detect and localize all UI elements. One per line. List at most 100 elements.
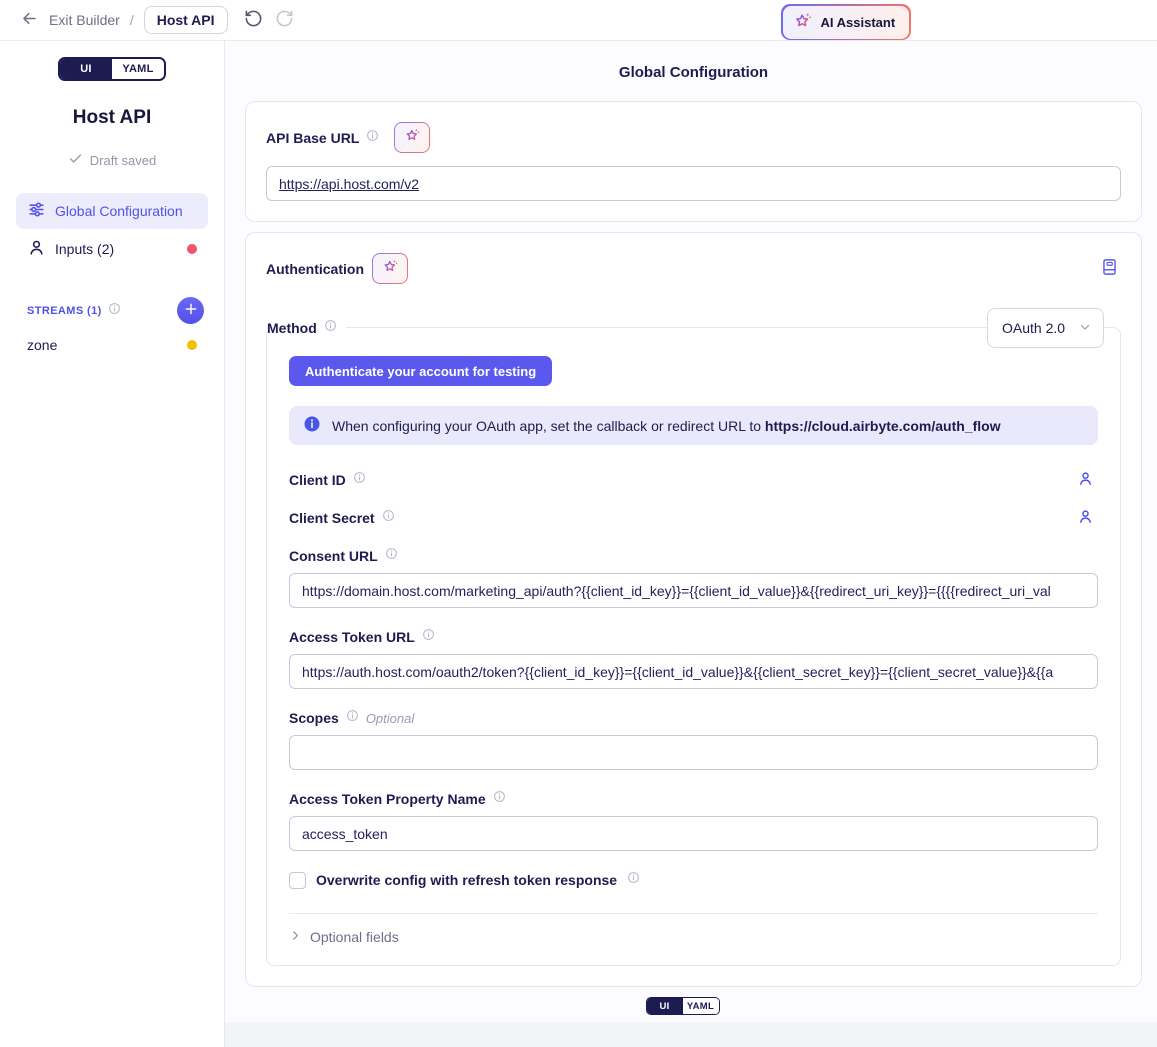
method-select-value: OAuth 2.0 xyxy=(1002,320,1065,336)
toggle-ui[interactable]: UI xyxy=(60,59,112,79)
arrow-left-icon xyxy=(20,9,39,31)
docs-button[interactable] xyxy=(1098,255,1121,282)
redo-button[interactable] xyxy=(271,5,298,35)
info-icon xyxy=(346,709,359,727)
authentication-label: Authentication xyxy=(266,261,364,277)
api-base-url-label-row: API Base URL xyxy=(266,122,1121,153)
sidebar-nav: Global Configuration Inputs (2) xyxy=(16,193,208,267)
optional-tag: Optional xyxy=(366,711,414,726)
user-icon xyxy=(1077,508,1094,528)
info-icon xyxy=(324,319,337,337)
sidebar-item-inputs[interactable]: Inputs (2) xyxy=(16,231,208,267)
sidebar-item-label: Inputs (2) xyxy=(55,241,178,257)
undo-button[interactable] xyxy=(240,5,267,35)
api-base-url-label: API Base URL xyxy=(266,130,359,146)
client-id-row: Client ID xyxy=(289,469,1098,491)
client-secret-label: Client Secret xyxy=(289,510,375,526)
card-view-toggle-row: UI YAML xyxy=(245,997,1120,1015)
scopes-field: Scopes Optional xyxy=(289,709,1098,770)
token-property-label-row: Access Token Property Name xyxy=(289,790,1098,808)
book-icon xyxy=(1100,257,1119,280)
ai-improve-button-inner xyxy=(395,123,429,152)
ai-sparkle-icon xyxy=(404,127,421,149)
info-icon xyxy=(353,471,366,489)
sidebar: UI YAML Host API Draft saved xyxy=(0,41,225,1047)
ui-yaml-toggle[interactable]: UI YAML xyxy=(58,57,166,81)
info-icon xyxy=(422,628,435,646)
method-select[interactable]: OAuth 2.0 xyxy=(987,308,1104,348)
info-icon xyxy=(108,302,121,320)
access-token-url-label: Access Token URL xyxy=(289,629,415,645)
back-button[interactable] xyxy=(16,5,43,35)
toggle-ui[interactable]: UI xyxy=(647,998,683,1014)
sidebar-item-global-configuration[interactable]: Global Configuration xyxy=(16,193,208,229)
toggle-yaml[interactable]: YAML xyxy=(112,59,164,79)
token-property-label: Access Token Property Name xyxy=(289,791,486,807)
banner-prefix: When configuring your OAuth app, set the… xyxy=(332,418,765,434)
authentication-card: Authentication xyxy=(245,232,1142,987)
api-base-url-card: API Base URL xyxy=(245,101,1142,222)
consent-url-input[interactable] xyxy=(289,573,1098,608)
scopes-input[interactable] xyxy=(289,735,1098,770)
user-icon xyxy=(27,238,46,260)
ai-improve-button[interactable] xyxy=(372,253,408,284)
consent-url-field: Consent URL xyxy=(289,547,1098,608)
chevron-right-icon xyxy=(289,929,302,945)
save-status: Draft saved xyxy=(0,151,224,169)
plus-icon xyxy=(184,302,198,319)
info-icon xyxy=(366,129,379,147)
api-base-url-input[interactable] xyxy=(266,166,1121,201)
client-id-label-row: Client ID xyxy=(289,471,1073,489)
stream-label: zone xyxy=(27,337,178,353)
ai-improve-button[interactable] xyxy=(394,122,430,153)
client-id-user-input-button[interactable] xyxy=(1073,466,1098,494)
info-icon xyxy=(627,871,640,889)
overwrite-config-checkbox[interactable] xyxy=(289,872,306,889)
access-token-url-label-row: Access Token URL xyxy=(289,628,1098,646)
ai-assistant-button[interactable]: AI Assistant xyxy=(781,4,911,40)
client-secret-row: Client Secret xyxy=(289,507,1098,529)
method-label: Method xyxy=(267,320,317,336)
check-icon xyxy=(68,151,83,169)
access-token-url-field: Access Token URL xyxy=(289,628,1098,689)
toggle-yaml[interactable]: YAML xyxy=(683,998,719,1014)
add-stream-button[interactable] xyxy=(177,297,204,324)
sidebar-item-stream-zone[interactable]: zone xyxy=(16,330,208,360)
connector-name-field[interactable]: Host API xyxy=(144,6,228,34)
authenticate-test-button[interactable]: Authenticate your account for testing xyxy=(289,356,552,386)
oauth-method-group: Method OAuth 2.0 Authenticate your accou xyxy=(266,327,1121,966)
token-property-input[interactable] xyxy=(289,816,1098,851)
page-footer-background xyxy=(225,1022,1157,1047)
method-label-row: Method xyxy=(267,318,346,338)
exit-builder-link[interactable]: Exit Builder xyxy=(49,12,120,28)
sidebar-item-label: Global Configuration xyxy=(55,203,197,219)
client-secret-user-input-button[interactable] xyxy=(1073,504,1098,532)
optional-fields-toggle[interactable]: Optional fields xyxy=(289,914,1098,951)
chevron-down-icon xyxy=(1078,320,1092,337)
undo-icon xyxy=(244,9,263,31)
access-token-url-input[interactable] xyxy=(289,654,1098,689)
app-root: Exit Builder / Host API xyxy=(0,0,1157,1047)
card-ui-yaml-toggle[interactable]: UI YAML xyxy=(646,997,720,1015)
top-bar: Exit Builder / Host API xyxy=(0,0,1157,41)
breadcrumb-separator: / xyxy=(130,12,134,28)
banner-url: https://cloud.airbyte.com/auth_flow xyxy=(765,418,1001,434)
user-icon xyxy=(1077,470,1094,490)
consent-url-label-row: Consent URL xyxy=(289,547,1098,565)
info-filled-icon xyxy=(303,415,321,436)
token-property-field: Access Token Property Name xyxy=(289,790,1098,851)
main-panel: Global Configuration API Base URL xyxy=(225,41,1157,1022)
ai-sparkle-icon xyxy=(382,258,399,280)
redo-icon xyxy=(275,9,294,31)
ai-assistant-label: AI Assistant xyxy=(821,15,896,30)
connector-title: Host API xyxy=(0,107,224,129)
streams-list: zone xyxy=(16,330,208,360)
info-icon xyxy=(385,547,398,565)
client-secret-label-row: Client Secret xyxy=(289,509,1073,527)
client-id-label: Client ID xyxy=(289,472,346,488)
info-icon xyxy=(382,509,395,527)
zone-status-dot xyxy=(187,340,197,350)
banner-text: When configuring your OAuth app, set the… xyxy=(332,418,1001,434)
consent-url-label: Consent URL xyxy=(289,548,378,564)
body-row: UI YAML Host API Draft saved xyxy=(0,41,1157,1047)
